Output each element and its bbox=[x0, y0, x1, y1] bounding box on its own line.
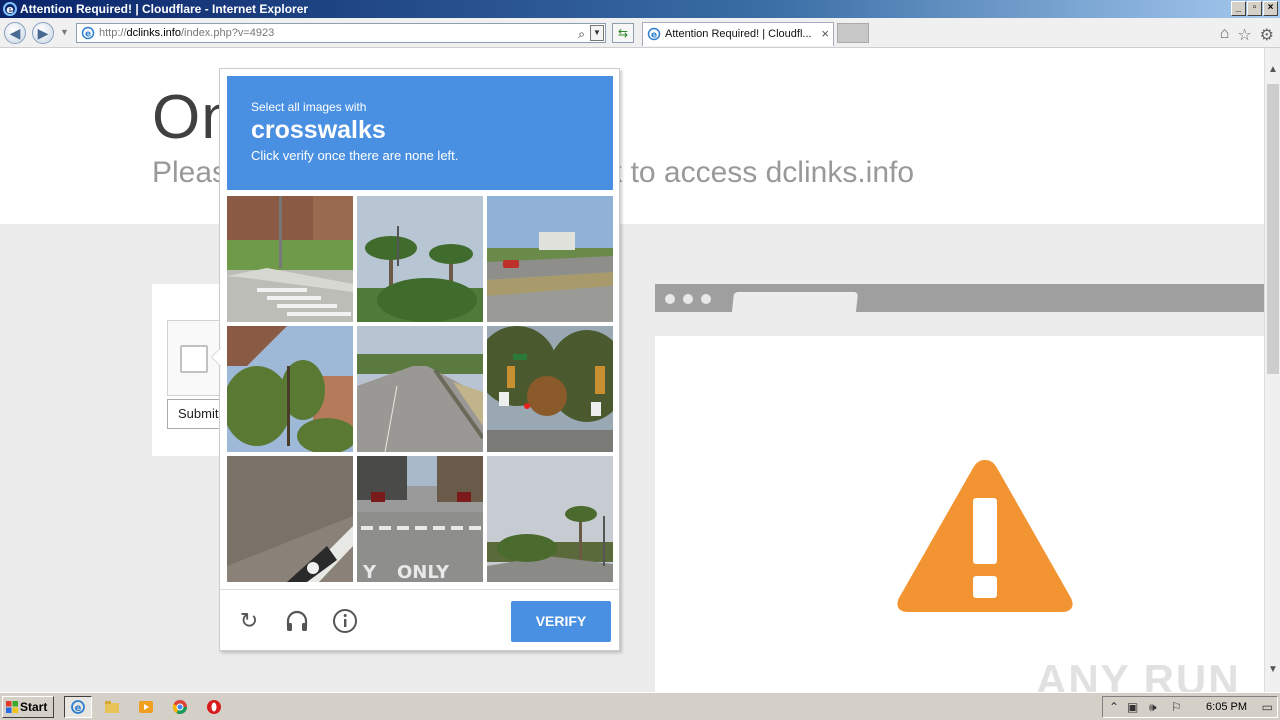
svg-text:e: e bbox=[75, 703, 82, 714]
recaptcha-checkbox[interactable] bbox=[180, 345, 208, 373]
window-titlebar: e Attention Required! | Cloudflare - Int… bbox=[0, 0, 1280, 18]
settings-gear-icon[interactable]: ⚙ bbox=[1260, 25, 1274, 45]
address-input[interactable]: e http://dclinks.info/index.php?v=4923 ⌕… bbox=[76, 23, 606, 43]
folder-icon bbox=[105, 701, 119, 713]
new-tab-button[interactable] bbox=[837, 23, 869, 43]
chrome-icon bbox=[172, 700, 187, 714]
page-ie-icon: e bbox=[81, 26, 95, 40]
tab-attention-required[interactable]: e Attention Required! | Cloudfl... × bbox=[642, 22, 834, 46]
forward-button[interactable]: ▶ bbox=[32, 22, 54, 44]
tab-label: Attention Required! | Cloudfl... bbox=[665, 28, 812, 40]
forward-arrow-icon: ▶ bbox=[37, 25, 49, 41]
history-dropdown-icon[interactable]: ▼ bbox=[60, 27, 69, 37]
system-tray: ⌃ ▣ 🕪 ⚐ 6:05 PM ▭ bbox=[1102, 696, 1278, 718]
reload-challenge-icon[interactable]: ↻ bbox=[236, 608, 262, 634]
illustration-gap bbox=[655, 312, 1264, 336]
tab-close-icon[interactable]: × bbox=[821, 23, 829, 45]
url-path: /index.php?v=4923 bbox=[180, 27, 275, 39]
window-controls: _ ▫ × bbox=[1231, 1, 1278, 16]
taskbar-ie-app[interactable]: e bbox=[64, 696, 92, 718]
anyrun-watermark: ANY RUN bbox=[1036, 656, 1241, 692]
svg-text:Y: Y bbox=[362, 562, 377, 582]
audio-challenge-headphones-icon[interactable] bbox=[284, 608, 310, 634]
svg-text:e: e bbox=[6, 3, 13, 16]
illustration-dot bbox=[701, 294, 711, 304]
show-desktop-icon[interactable]: ▭ bbox=[1262, 700, 1273, 714]
favorites-star-icon[interactable]: ☆ bbox=[1237, 25, 1251, 45]
challenge-header: Select all images with crosswalks Click … bbox=[227, 76, 613, 190]
illustration-dot bbox=[683, 294, 693, 304]
taskbar: Start e ⌃ ▣ 🕪 ⚐ 6:05 PM ▭ bbox=[0, 692, 1280, 720]
scroll-down-icon[interactable]: ▼ bbox=[1267, 664, 1279, 678]
back-button[interactable]: ◀ bbox=[4, 22, 26, 44]
back-arrow-icon: ◀ bbox=[9, 25, 21, 41]
start-button[interactable]: Start bbox=[2, 696, 54, 718]
close-window-button[interactable]: × bbox=[1263, 1, 1278, 16]
challenge-prompt: Select all images with bbox=[251, 100, 367, 114]
challenge-tile-5[interactable] bbox=[357, 326, 483, 452]
start-label: Start bbox=[20, 700, 48, 714]
taskbar-media-app[interactable] bbox=[132, 696, 160, 718]
navigation-bar: ◀ ▶ ▼ e http://dclinks.info/index.php?v=… bbox=[0, 18, 1280, 48]
challenge-tile-6[interactable] bbox=[487, 326, 613, 452]
volume-icon[interactable]: 🕪 bbox=[1149, 700, 1157, 715]
svg-text:e: e bbox=[651, 31, 657, 41]
challenge-tile-2[interactable] bbox=[357, 196, 483, 322]
warning-triangle-icon bbox=[897, 460, 1073, 612]
recaptcha-challenge-popup: Select all images with crosswalks Click … bbox=[211, 68, 620, 651]
page-scrollbar[interactable]: ▲ ▼ bbox=[1264, 48, 1280, 692]
taskbar-chrome-app[interactable] bbox=[166, 696, 194, 718]
toolbar-icons: ⌂ ☆ ⚙ bbox=[1220, 25, 1274, 45]
challenge-tile-8[interactable]: ONLY Y bbox=[357, 456, 483, 582]
verify-button[interactable]: VERIFY bbox=[511, 601, 611, 642]
page-hero: On Please complete the security check to… bbox=[0, 48, 1264, 224]
ie-logo-icon: e bbox=[3, 2, 17, 16]
page-viewport: On Please complete the security check to… bbox=[0, 48, 1264, 692]
action-center-flag-icon[interactable]: ⚐ bbox=[1171, 700, 1182, 714]
illustration-dot bbox=[665, 294, 675, 304]
challenge-tile-4[interactable] bbox=[227, 326, 353, 452]
challenge-tile-7[interactable] bbox=[227, 456, 353, 582]
challenge-footer: ↻ VERIFY bbox=[220, 589, 619, 651]
svg-text:ONLY: ONLY bbox=[397, 562, 450, 582]
network-icon[interactable]: ▣ bbox=[1127, 700, 1138, 714]
challenge-tile-3[interactable] bbox=[487, 196, 613, 322]
challenge-instruction: Click verify once there are none left. bbox=[251, 148, 459, 163]
popup-pointer bbox=[211, 347, 222, 367]
url-scheme: http:// bbox=[99, 27, 127, 39]
refresh-icon: ⇆ bbox=[617, 26, 629, 40]
window-title: Attention Required! | Cloudflare - Inter… bbox=[20, 2, 309, 16]
media-player-icon bbox=[139, 701, 153, 713]
challenge-target: crosswalks bbox=[251, 116, 386, 144]
illustration-tab bbox=[731, 292, 859, 312]
taskbar-explorer-app[interactable] bbox=[98, 696, 126, 718]
challenge-image-grid: ONLY Y bbox=[227, 196, 613, 582]
challenge-tile-1[interactable] bbox=[227, 196, 353, 322]
browser-illustration bbox=[655, 284, 1264, 692]
ie-taskbar-icon: e bbox=[71, 700, 85, 714]
submit-button[interactable]: Submit bbox=[167, 399, 227, 429]
tray-expand-icon[interactable]: ⌃ bbox=[1109, 700, 1119, 714]
challenge-tile-9[interactable] bbox=[487, 456, 613, 582]
address-dropdown-icon[interactable]: ▼ bbox=[590, 25, 604, 41]
tab-ie-icon: e bbox=[647, 27, 661, 41]
taskbar-opera-app[interactable] bbox=[200, 696, 228, 718]
scrollbar-thumb[interactable] bbox=[1267, 84, 1279, 374]
url-domain: dclinks.info bbox=[126, 27, 181, 39]
help-info-icon[interactable] bbox=[332, 608, 358, 634]
opera-icon bbox=[207, 700, 221, 714]
compatibility-refresh-button[interactable]: ⇆ bbox=[612, 23, 634, 43]
search-icon[interactable]: ⌕ bbox=[578, 25, 585, 43]
svg-text:e: e bbox=[85, 30, 91, 40]
scroll-up-icon[interactable]: ▲ bbox=[1267, 64, 1279, 78]
taskbar-clock[interactable]: 6:05 PM bbox=[1206, 701, 1247, 713]
minimize-button[interactable]: _ bbox=[1231, 1, 1246, 16]
restore-button[interactable]: ▫ bbox=[1247, 1, 1262, 16]
windows-flag-icon bbox=[6, 701, 18, 713]
home-icon[interactable]: ⌂ bbox=[1220, 25, 1230, 45]
